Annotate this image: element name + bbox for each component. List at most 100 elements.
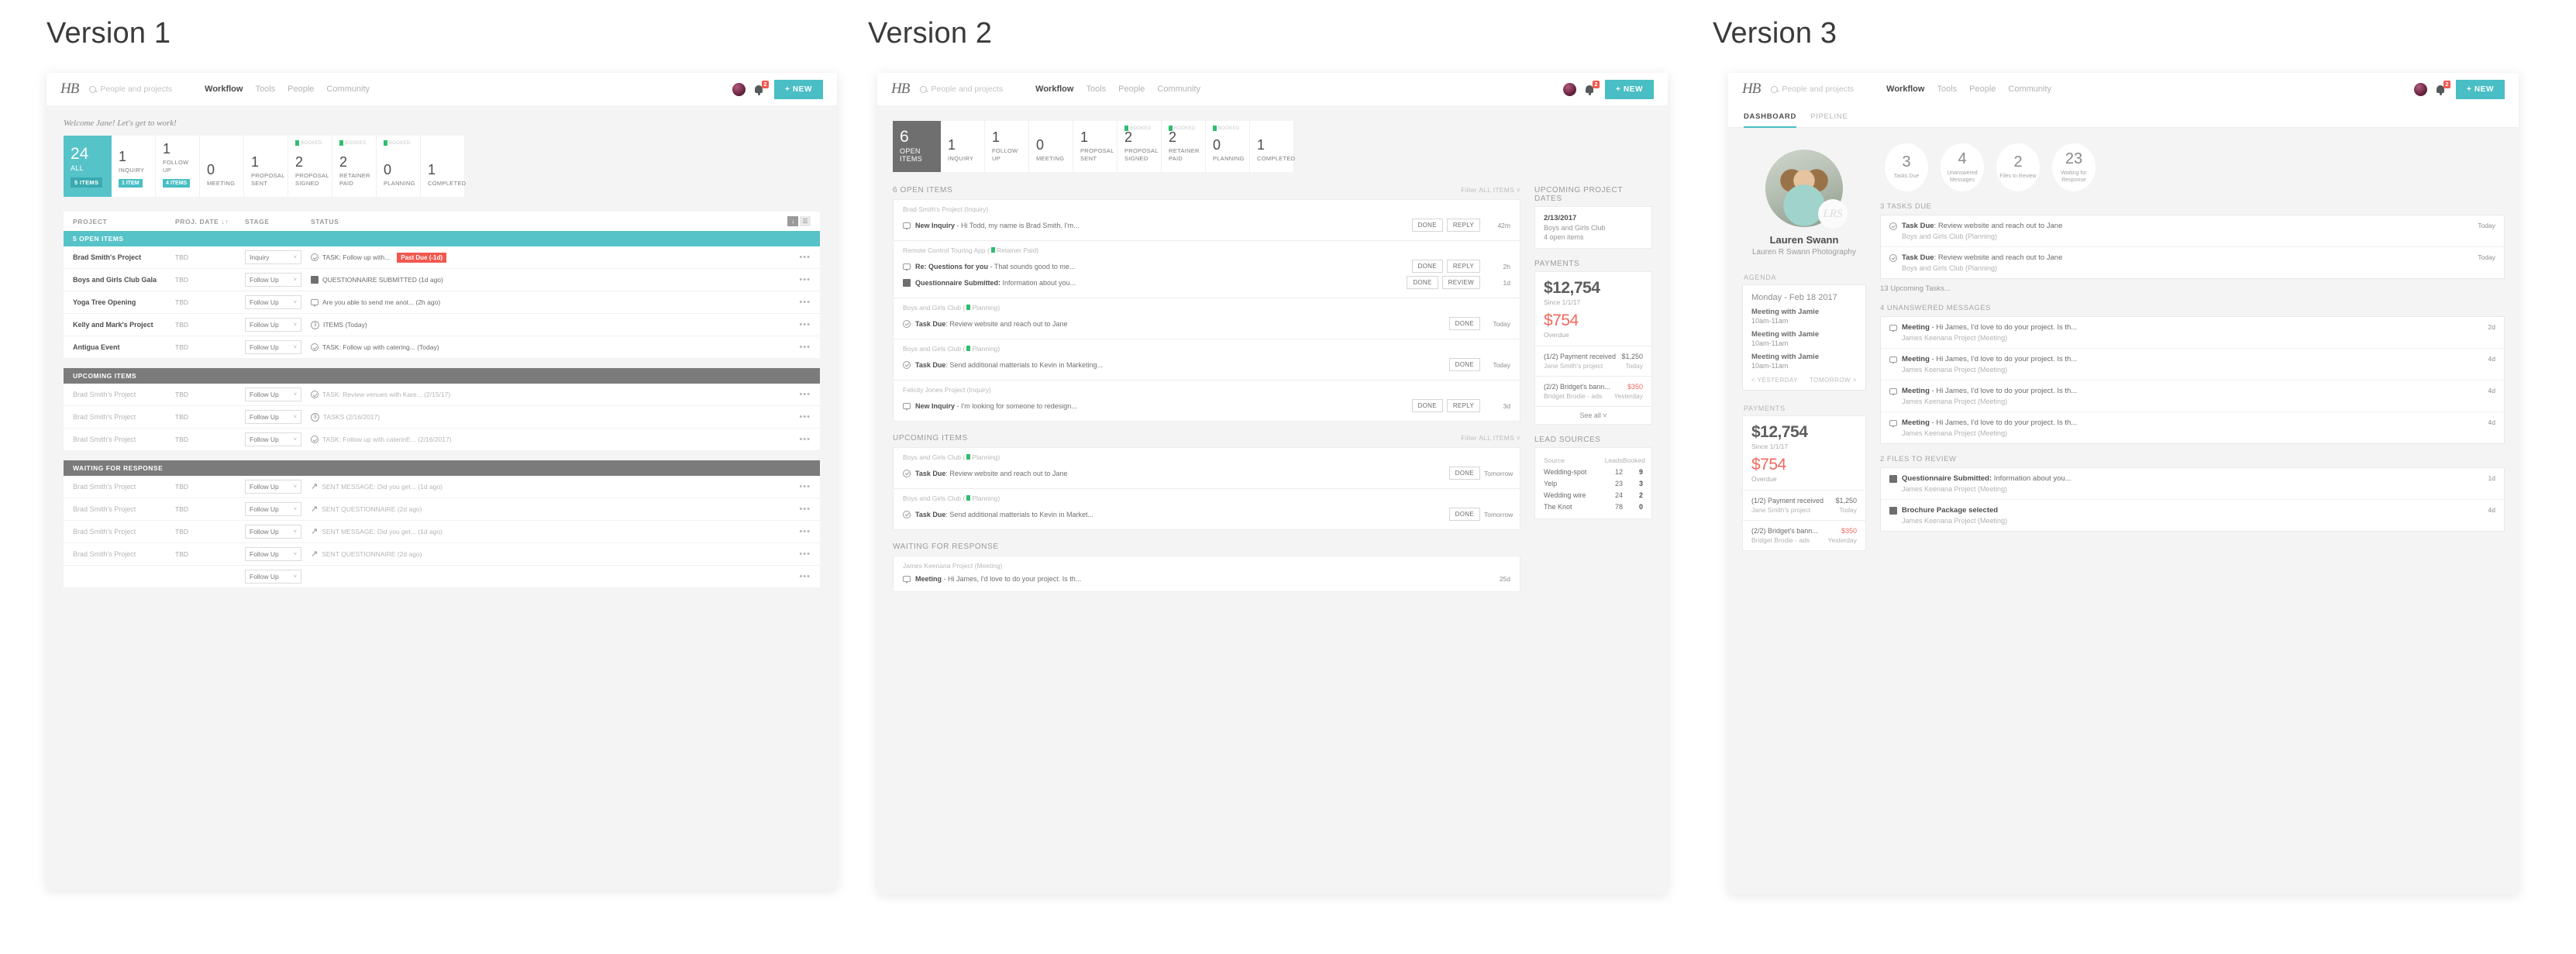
list-item[interactable]: Meeting - Hi James, I'd love to do your … bbox=[1881, 381, 2504, 412]
see-all-button[interactable]: See all ˅ bbox=[1535, 406, 1651, 424]
new-button[interactable]: + NEW bbox=[2456, 79, 2505, 99]
agenda-prev-button[interactable]: < YESTERDAY bbox=[1751, 377, 1798, 384]
nav-link-workflow[interactable]: Workflow bbox=[205, 84, 243, 94]
stage-select[interactable]: Follow Up ˅ bbox=[245, 570, 301, 584]
nav-link-people[interactable]: People bbox=[1118, 84, 1145, 94]
hb-logo-icon[interactable]: HB bbox=[60, 81, 79, 98]
hb-logo-icon[interactable]: HB bbox=[1742, 81, 1761, 98]
upcoming-dates-card[interactable]: 2/13/2017 Boys and Girls Club 4 open ite… bbox=[1534, 206, 1652, 249]
payment-row[interactable]: (2/2) Bridget's bann... Bridget Brodie -… bbox=[1743, 520, 1865, 550]
row-menu-button[interactable]: ••• bbox=[799, 298, 811, 307]
action-button[interactable]: DONE bbox=[1448, 508, 1480, 521]
col-stage[interactable]: STAGE bbox=[245, 218, 311, 226]
row-menu-button[interactable]: ••• bbox=[799, 572, 811, 581]
list-item[interactable]: Meeting - Hi James, I'd love to do your … bbox=[903, 573, 1510, 584]
stage-select[interactable]: Follow Up ˅ bbox=[245, 318, 301, 332]
action-button[interactable]: REPLY bbox=[1446, 399, 1480, 412]
pipeline-stage[interactable]: BOOKED 2 PROPOSAL SIGNED bbox=[288, 136, 332, 198]
pipeline-stage[interactable]: BOOKED 2 PROPOSAL SIGNED bbox=[1118, 121, 1162, 172]
stage-select[interactable]: Follow Up ˅ bbox=[245, 480, 301, 494]
nav-link-tools[interactable]: Tools bbox=[1086, 84, 1106, 94]
stage-select[interactable]: Follow Up ˅ bbox=[245, 273, 301, 288]
tab-pipeline[interactable]: PIPELINE bbox=[1810, 105, 1848, 127]
nav-link-people[interactable]: People bbox=[1969, 84, 1996, 94]
list-icon[interactable]: ☰ bbox=[800, 216, 811, 227]
pipeline-stage[interactable]: 1 COMPLETED bbox=[421, 136, 466, 198]
row-menu-button[interactable]: ••• bbox=[799, 253, 811, 262]
upcoming-tasks-link[interactable]: 13 Upcoming Tasks... bbox=[1880, 284, 2505, 293]
nav-link-community[interactable]: Community bbox=[1157, 84, 1200, 94]
pipeline-stage[interactable]: 1 FOLLOW UP 4 ITEMS bbox=[156, 136, 200, 198]
search-input[interactable]: People and projects bbox=[1771, 84, 1854, 94]
open-items-filter[interactable]: Filter ALL ITEMS ˅ bbox=[1461, 186, 1520, 194]
action-button[interactable]: DONE bbox=[1448, 358, 1480, 371]
pipeline-stage[interactable]: 1 PROPOSAL SENT bbox=[1073, 121, 1118, 172]
avatar[interactable] bbox=[732, 82, 746, 96]
search-input[interactable]: People and projects bbox=[89, 84, 172, 94]
row-menu-button[interactable]: ••• bbox=[799, 505, 811, 514]
list-item[interactable]: Task Due: Send additional matterials to … bbox=[903, 356, 1510, 373]
pipeline-stage[interactable]: 1 FOLLOW UP bbox=[985, 121, 1029, 172]
hb-logo-icon[interactable]: HB bbox=[891, 81, 910, 98]
stage-select[interactable]: Follow Up ˅ bbox=[245, 502, 301, 517]
list-item[interactable]: Task Due: Review website and reach out t… bbox=[903, 465, 1513, 481]
list-item[interactable]: Brochure Package selected James Keenana … bbox=[1881, 500, 2504, 531]
nav-link-tools[interactable]: Tools bbox=[255, 84, 275, 94]
row-menu-button[interactable]: ••• bbox=[799, 275, 811, 284]
tab-dashboard[interactable]: DASHBOARD bbox=[1744, 105, 1797, 128]
stage-select[interactable]: Follow Up ˅ bbox=[245, 432, 301, 447]
action-button[interactable]: DONE bbox=[1411, 260, 1443, 273]
new-button[interactable]: + NEW bbox=[1605, 79, 1654, 99]
nav-link-workflow[interactable]: Workflow bbox=[1035, 84, 1073, 94]
action-button[interactable]: DONE bbox=[1411, 399, 1443, 412]
pipeline-stage[interactable]: 1 INQUIRY 1 ITEM bbox=[112, 136, 156, 198]
list-item[interactable]: New Inquiry - Hi Todd, my name is Brad S… bbox=[903, 217, 1510, 233]
search-input[interactable]: People and projects bbox=[920, 84, 1003, 94]
new-button[interactable]: + NEW bbox=[774, 79, 823, 99]
notifications-button[interactable]: 2 bbox=[2436, 80, 2451, 96]
stage-select[interactable]: Follow Up ˅ bbox=[245, 410, 301, 425]
row-menu-button[interactable]: ••• bbox=[799, 435, 811, 444]
list-item[interactable]: Task Due: Review website and reach out t… bbox=[1881, 215, 2504, 247]
pipeline-stage[interactable]: 0 MEETING bbox=[200, 136, 244, 198]
col-status[interactable]: STATUS bbox=[311, 218, 787, 226]
pipeline-stage[interactable]: 1 COMPLETED bbox=[1250, 121, 1295, 172]
stage-select[interactable]: Inquiry ˅ bbox=[245, 250, 301, 265]
notifications-button[interactable]: 2 bbox=[1585, 80, 1600, 96]
pipeline-all-card[interactable]: 24 ALL 5 ITEMS bbox=[64, 136, 112, 198]
pipeline-stage[interactable]: BOOKED 2 RETAINER PAID bbox=[332, 136, 377, 198]
table-row[interactable]: Brad Smith's Project TBD Follow Up ˅ ↗ SEN… bbox=[64, 521, 820, 544]
action-button[interactable]: REPLY bbox=[1446, 219, 1480, 232]
table-row[interactable]: Brad Smith's Project TBD Inquiry ˅ TASK: … bbox=[64, 246, 820, 270]
list-item[interactable]: New Inquiry - I'm looking for someone to… bbox=[903, 398, 1510, 414]
stage-select[interactable]: Follow Up ˅ bbox=[245, 295, 301, 310]
pipeline-stage[interactable]: 1 PROPOSAL SENT bbox=[244, 136, 288, 198]
nav-link-tools[interactable]: Tools bbox=[1937, 84, 1957, 94]
stage-select[interactable]: Follow Up ˅ bbox=[245, 547, 301, 562]
row-menu-button[interactable]: ••• bbox=[799, 412, 811, 422]
agenda-next-button[interactable]: TOMORROW > bbox=[1810, 377, 1857, 384]
action-button[interactable]: DONE bbox=[1448, 317, 1480, 330]
list-item[interactable]: Meeting - Hi James, I'd love to do your … bbox=[1881, 317, 2504, 349]
payment-row[interactable]: (1/2) Payment received Jane Smith's proj… bbox=[1743, 490, 1865, 520]
action-button[interactable]: REPLY bbox=[1446, 260, 1480, 273]
avatar[interactable] bbox=[2414, 82, 2428, 96]
nav-link-community[interactable]: Community bbox=[326, 84, 370, 94]
pipeline-stage[interactable]: 0 MEETING bbox=[1029, 121, 1073, 172]
nav-link-workflow[interactable]: Workflow bbox=[1886, 84, 1924, 94]
row-menu-button[interactable]: ••• bbox=[799, 320, 811, 329]
avatar[interactable] bbox=[1563, 82, 1577, 96]
table-row[interactable]: Brad Smith's Project TBD Follow Up ˅ 3 TAS… bbox=[64, 406, 820, 429]
metric-circle[interactable]: 2 Files to Review bbox=[1996, 143, 2040, 191]
payment-row[interactable]: (1/2) Payment received Jane Smith's proj… bbox=[1535, 346, 1651, 376]
agenda-item[interactable]: Meeting with Jamie 10am-11am bbox=[1751, 308, 1857, 325]
col-proj-date[interactable]: PROJ. DATE ↓↑ bbox=[175, 218, 245, 226]
row-menu-button[interactable]: ••• bbox=[799, 549, 811, 559]
table-row[interactable]: Antigua Event TBD Follow Up ˅ TASK: Follo… bbox=[64, 336, 820, 360]
table-row[interactable]: Yoga Tree Opening TBD Follow Up ˅ Are you… bbox=[64, 291, 820, 315]
table-row[interactable]: Brad Smith's Project TBD Follow Up ˅ TASK… bbox=[64, 429, 820, 452]
pipeline-stage[interactable]: BOOKED 0 PLANNING bbox=[1206, 121, 1250, 172]
list-item[interactable]: Questionnaire Submitted: Information abo… bbox=[903, 274, 1510, 291]
table-row[interactable]: Brad Smith's Project TBD Follow Up ˅ TASK… bbox=[64, 384, 820, 407]
list-item[interactable]: Meeting - Hi James, I'd love to do your … bbox=[1881, 412, 2504, 443]
